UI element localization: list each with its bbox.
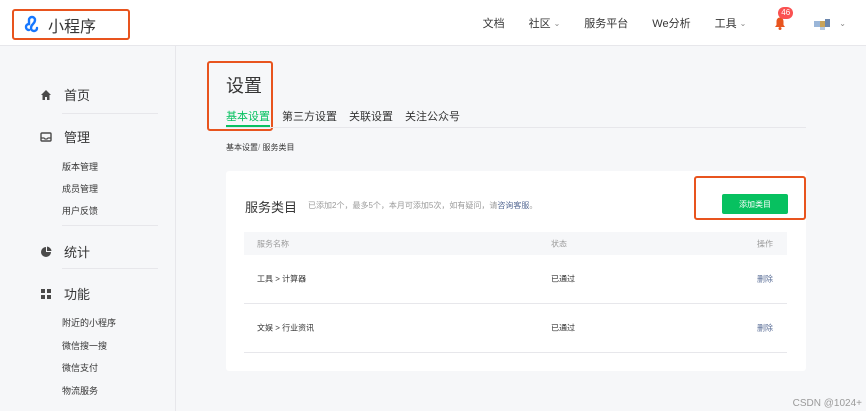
table-row: 文娱 > 行业资讯 已通过 删除 [244,304,787,353]
tab-association-settings[interactable]: 关联设置 [349,108,393,127]
delete-link[interactable]: 删除 [757,274,773,285]
divider [62,225,158,226]
table-row: 工具 > 计算器 已通过 删除 [244,255,787,304]
table-header: 服务名称 状态 操作 [244,232,787,255]
nav-service-platform[interactable]: 服务平台 [584,15,628,31]
sidebar-subitem-logistics[interactable]: 物流服务 [62,384,98,397]
sidebar-item-features[interactable]: 功能 [40,284,90,303]
mini-program-logo-icon [24,15,39,32]
nav-community[interactable]: 社区 ⌄ [529,15,561,31]
stats-icon [41,246,52,257]
logo-text: 小程序 [48,18,97,36]
sidebar-item-label: 统计 [64,245,91,260]
breadcrumb-separator: / [258,143,261,152]
column-header-status: 状态 [551,239,567,248]
sidebar-item-manage[interactable]: 管理 [40,127,90,146]
top-nav: 文档 社区 ⌄ 服务平台 We分析 工具 ⌄ 46 ⌄ [483,0,866,46]
category-name: 文娱 > 行业资讯 [257,323,315,333]
chevron-down-icon: ⌄ [739,18,747,28]
nav-service-platform-label: 服务平台 [584,18,629,30]
top-navigation-bar: 小程序 文档 社区 ⌄ 服务平台 We分析 工具 ⌄ 46 ⌄ [0,0,866,46]
card-title: 服务类目 [245,200,298,215]
mini-program-logo[interactable]: 小程序 [12,9,130,40]
page-title: 设置 [226,76,262,96]
sidebar-subitem-wechat-search[interactable]: 微信搜一搜 [62,339,107,352]
user-menu[interactable]: ⌄ [812,13,846,33]
sidebar-item-home[interactable]: 首页 [40,85,90,104]
avatar [814,19,831,30]
category-name: 工具 > 计算器 [257,274,307,284]
delete-link[interactable]: 删除 [757,323,773,334]
sidebar-item-stats[interactable]: 统计 [40,242,90,261]
tab-basic-settings[interactable]: 基本设置 [226,108,270,127]
chevron-down-icon: ⌄ [553,18,561,28]
nav-community-label: 社区 [528,18,551,30]
category-table: 服务名称 状态 操作 工具 > 计算器 已通过 删除 文娱 > 行业资讯 已通过… [244,232,787,353]
nav-docs-label: 文档 [482,18,505,30]
home-icon [41,89,51,100]
nav-docs[interactable]: 文档 [483,15,505,31]
card-tip-end: 。 [529,201,538,210]
service-category-card: 服务类目 已添加2个，最多5个，本月可添加5次，如有疑问，请咨询客服。 添加类目… [226,171,806,371]
tab-third-party-settings[interactable]: 第三方设置 [282,108,337,127]
nav-tools-label: 工具 [714,18,737,30]
notification-badge: 46 [778,7,794,19]
settings-tabs: 基本设置 第三方设置 关联设置 关注公众号 [226,108,806,128]
column-header-name: 服务名称 [257,239,289,248]
sidebar-item-label: 管理 [64,130,91,145]
add-category-button[interactable]: 添加类目 [722,194,788,214]
sidebar-subitem-wechat-pay[interactable]: 微信支付 [62,361,98,374]
nav-tools[interactable]: 工具 ⌄ [715,15,747,31]
breadcrumb: 基本设置/ 服务类目 [226,142,294,153]
sidebar-subitem-member-manage[interactable]: 成员管理 [62,182,98,195]
breadcrumb-current: 服务类目 [262,143,295,152]
divider [62,113,158,114]
sidebar-item-label: 功能 [64,287,91,302]
manage-icon [40,131,52,142]
card-tip-text: 已添加2个，最多5个，本月可添加5次，如有疑问，请 [308,201,498,210]
nav-we-analysis[interactable]: We分析 [652,15,690,31]
column-header-action: 操作 [757,239,773,248]
notification-button[interactable]: 46 [770,7,794,33]
feature-icon [41,288,51,299]
tab-follow-official-account[interactable]: 关注公众号 [405,108,460,127]
sidebar: 首页 管理 版本管理 成员管理 用户反馈 统计 功能 附近的小程序 微信搜一搜 … [0,46,176,411]
nav-we-analysis-label: We分析 [652,18,691,30]
divider [62,268,158,269]
chevron-down-icon: ⌄ [839,18,846,28]
category-status: 已通过 [551,323,575,333]
sidebar-item-label: 首页 [64,88,91,103]
watermark: CSDN @1024+ [792,398,862,409]
card-tip: 已添加2个，最多5个，本月可添加5次，如有疑问，请咨询客服。 [308,200,537,211]
category-status: 已通过 [551,274,575,284]
breadcrumb-root[interactable]: 基本设置 [226,143,258,152]
contact-support-link[interactable]: 咨询客服 [497,201,529,210]
sidebar-subitem-nearby-mini-program[interactable]: 附近的小程序 [62,316,116,329]
sidebar-subitem-version-manage[interactable]: 版本管理 [62,160,98,173]
sidebar-subitem-user-feedback[interactable]: 用户反馈 [62,204,98,217]
